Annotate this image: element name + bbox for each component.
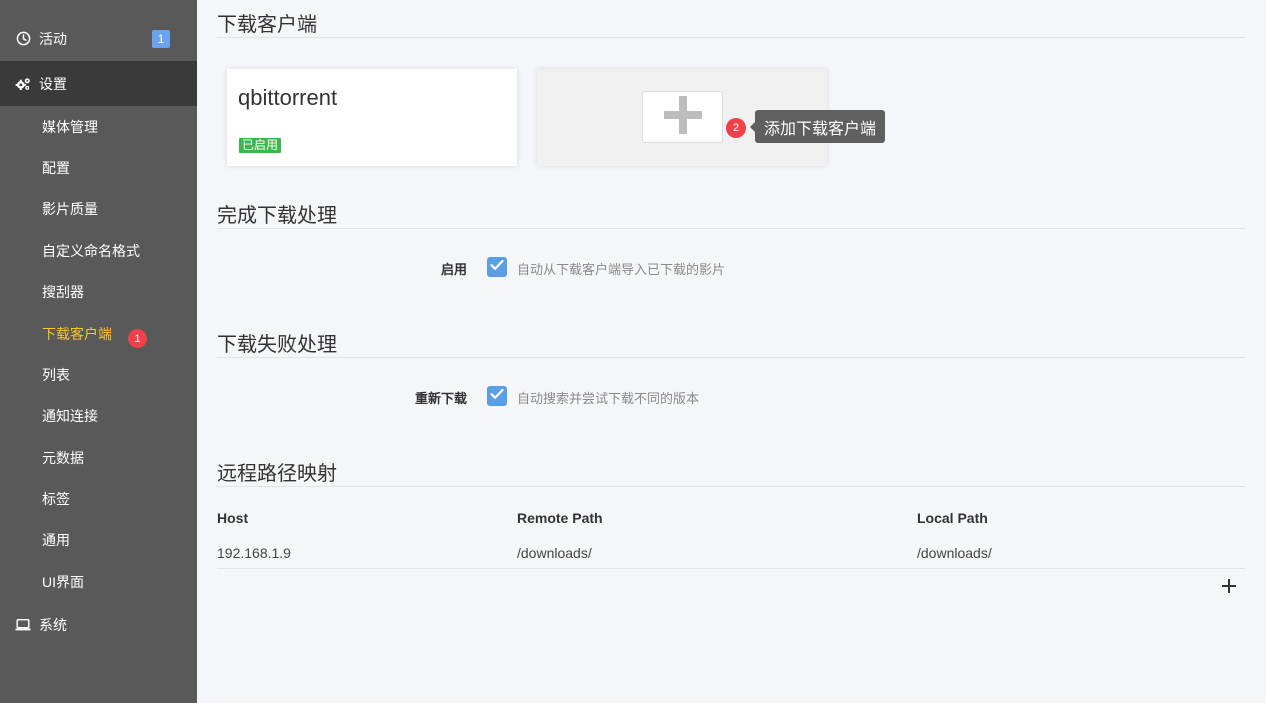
- nav-activity-label: 活动: [39, 30, 67, 47]
- table-row-divider: [217, 568, 1245, 569]
- download-client-card[interactable]: qbittorrent 已启用: [227, 69, 517, 166]
- nav-system[interactable]: 系统: [0, 602, 197, 647]
- nav-settings[interactable]: 设置: [0, 61, 197, 106]
- mapping-host[interactable]: 192.168.1.9: [217, 545, 291, 561]
- completed-handling-description: 自动从下载客户端导入已下载的影片: [517, 262, 726, 277]
- client-name: qbittorrent: [238, 85, 338, 110]
- failed-handling-title: 下载失败处理: [217, 334, 337, 356]
- tooltip-step-badge: 2: [726, 118, 746, 138]
- divider: [217, 228, 1245, 229]
- sidebar-item-general[interactable]: 通用: [42, 531, 70, 549]
- completed-handling-title: 完成下载处理: [217, 205, 337, 227]
- add-mapping-button[interactable]: [1221, 578, 1237, 598]
- divider: [217, 37, 1245, 38]
- column-header-local-path: Local Path: [917, 510, 988, 526]
- download-clients-title: 下载客户端: [217, 14, 317, 36]
- sidebar-item-custom-naming[interactable]: 自定义命名格式: [42, 242, 140, 260]
- enable-completed-checkbox[interactable]: [487, 257, 507, 277]
- sidebar-item-lists[interactable]: 列表: [42, 366, 70, 384]
- enable-label: 启用: [440, 262, 467, 277]
- failed-handling-description: 自动搜索并尝试下载不同的版本: [517, 391, 700, 406]
- checkmark-icon: [490, 258, 504, 276]
- checkmark-icon: [490, 387, 504, 405]
- plus-icon: [662, 94, 704, 141]
- mapping-remote-path[interactable]: /downloads/: [517, 545, 592, 561]
- sidebar-item-media-management[interactable]: 媒体管理: [42, 118, 98, 136]
- laptop-icon: [15, 617, 31, 633]
- mapping-local-path[interactable]: /downloads/: [917, 545, 992, 561]
- add-client-button[interactable]: [642, 91, 723, 143]
- divider: [217, 486, 1245, 487]
- remote-path-mappings-title: 远程路径映射: [217, 463, 337, 485]
- sidebar-item-notifications[interactable]: 通知连接: [42, 407, 98, 425]
- nav-activity[interactable]: 活动 1: [0, 16, 197, 61]
- nav-settings-label: 设置: [39, 75, 67, 92]
- sidebar-item-tags[interactable]: 标签: [42, 490, 70, 508]
- sidebar-item-download-clients[interactable]: 下载客户端: [42, 325, 112, 343]
- redownload-label: 重新下载: [414, 391, 467, 406]
- nav-system-label: 系统: [39, 616, 67, 633]
- sidebar: 活动 1 设置 媒体管理 配置 影片质量 自定义命名格式 搜刮器 下载客户端 1…: [0, 0, 197, 703]
- download-clients-step-badge: 1: [128, 329, 147, 348]
- sidebar-item-metadata[interactable]: 元数据: [42, 449, 84, 467]
- gears-icon: [15, 76, 31, 92]
- column-header-remote-path: Remote Path: [517, 510, 603, 526]
- sidebar-item-quality[interactable]: 影片质量: [42, 200, 98, 218]
- divider: [217, 357, 1245, 358]
- redownload-checkbox[interactable]: [487, 386, 507, 406]
- add-client-tooltip: 添加下载客户端: [755, 110, 885, 143]
- sidebar-item-config[interactable]: 配置: [42, 159, 70, 177]
- clock-icon: [15, 31, 31, 47]
- activity-count-badge: 1: [152, 29, 170, 48]
- plus-icon: [1222, 578, 1236, 598]
- sidebar-item-ui[interactable]: UI界面: [42, 573, 84, 591]
- column-header-host: Host: [217, 510, 249, 526]
- enabled-badge: 已启用: [239, 138, 282, 153]
- sidebar-item-scrapers[interactable]: 搜刮器: [42, 283, 84, 301]
